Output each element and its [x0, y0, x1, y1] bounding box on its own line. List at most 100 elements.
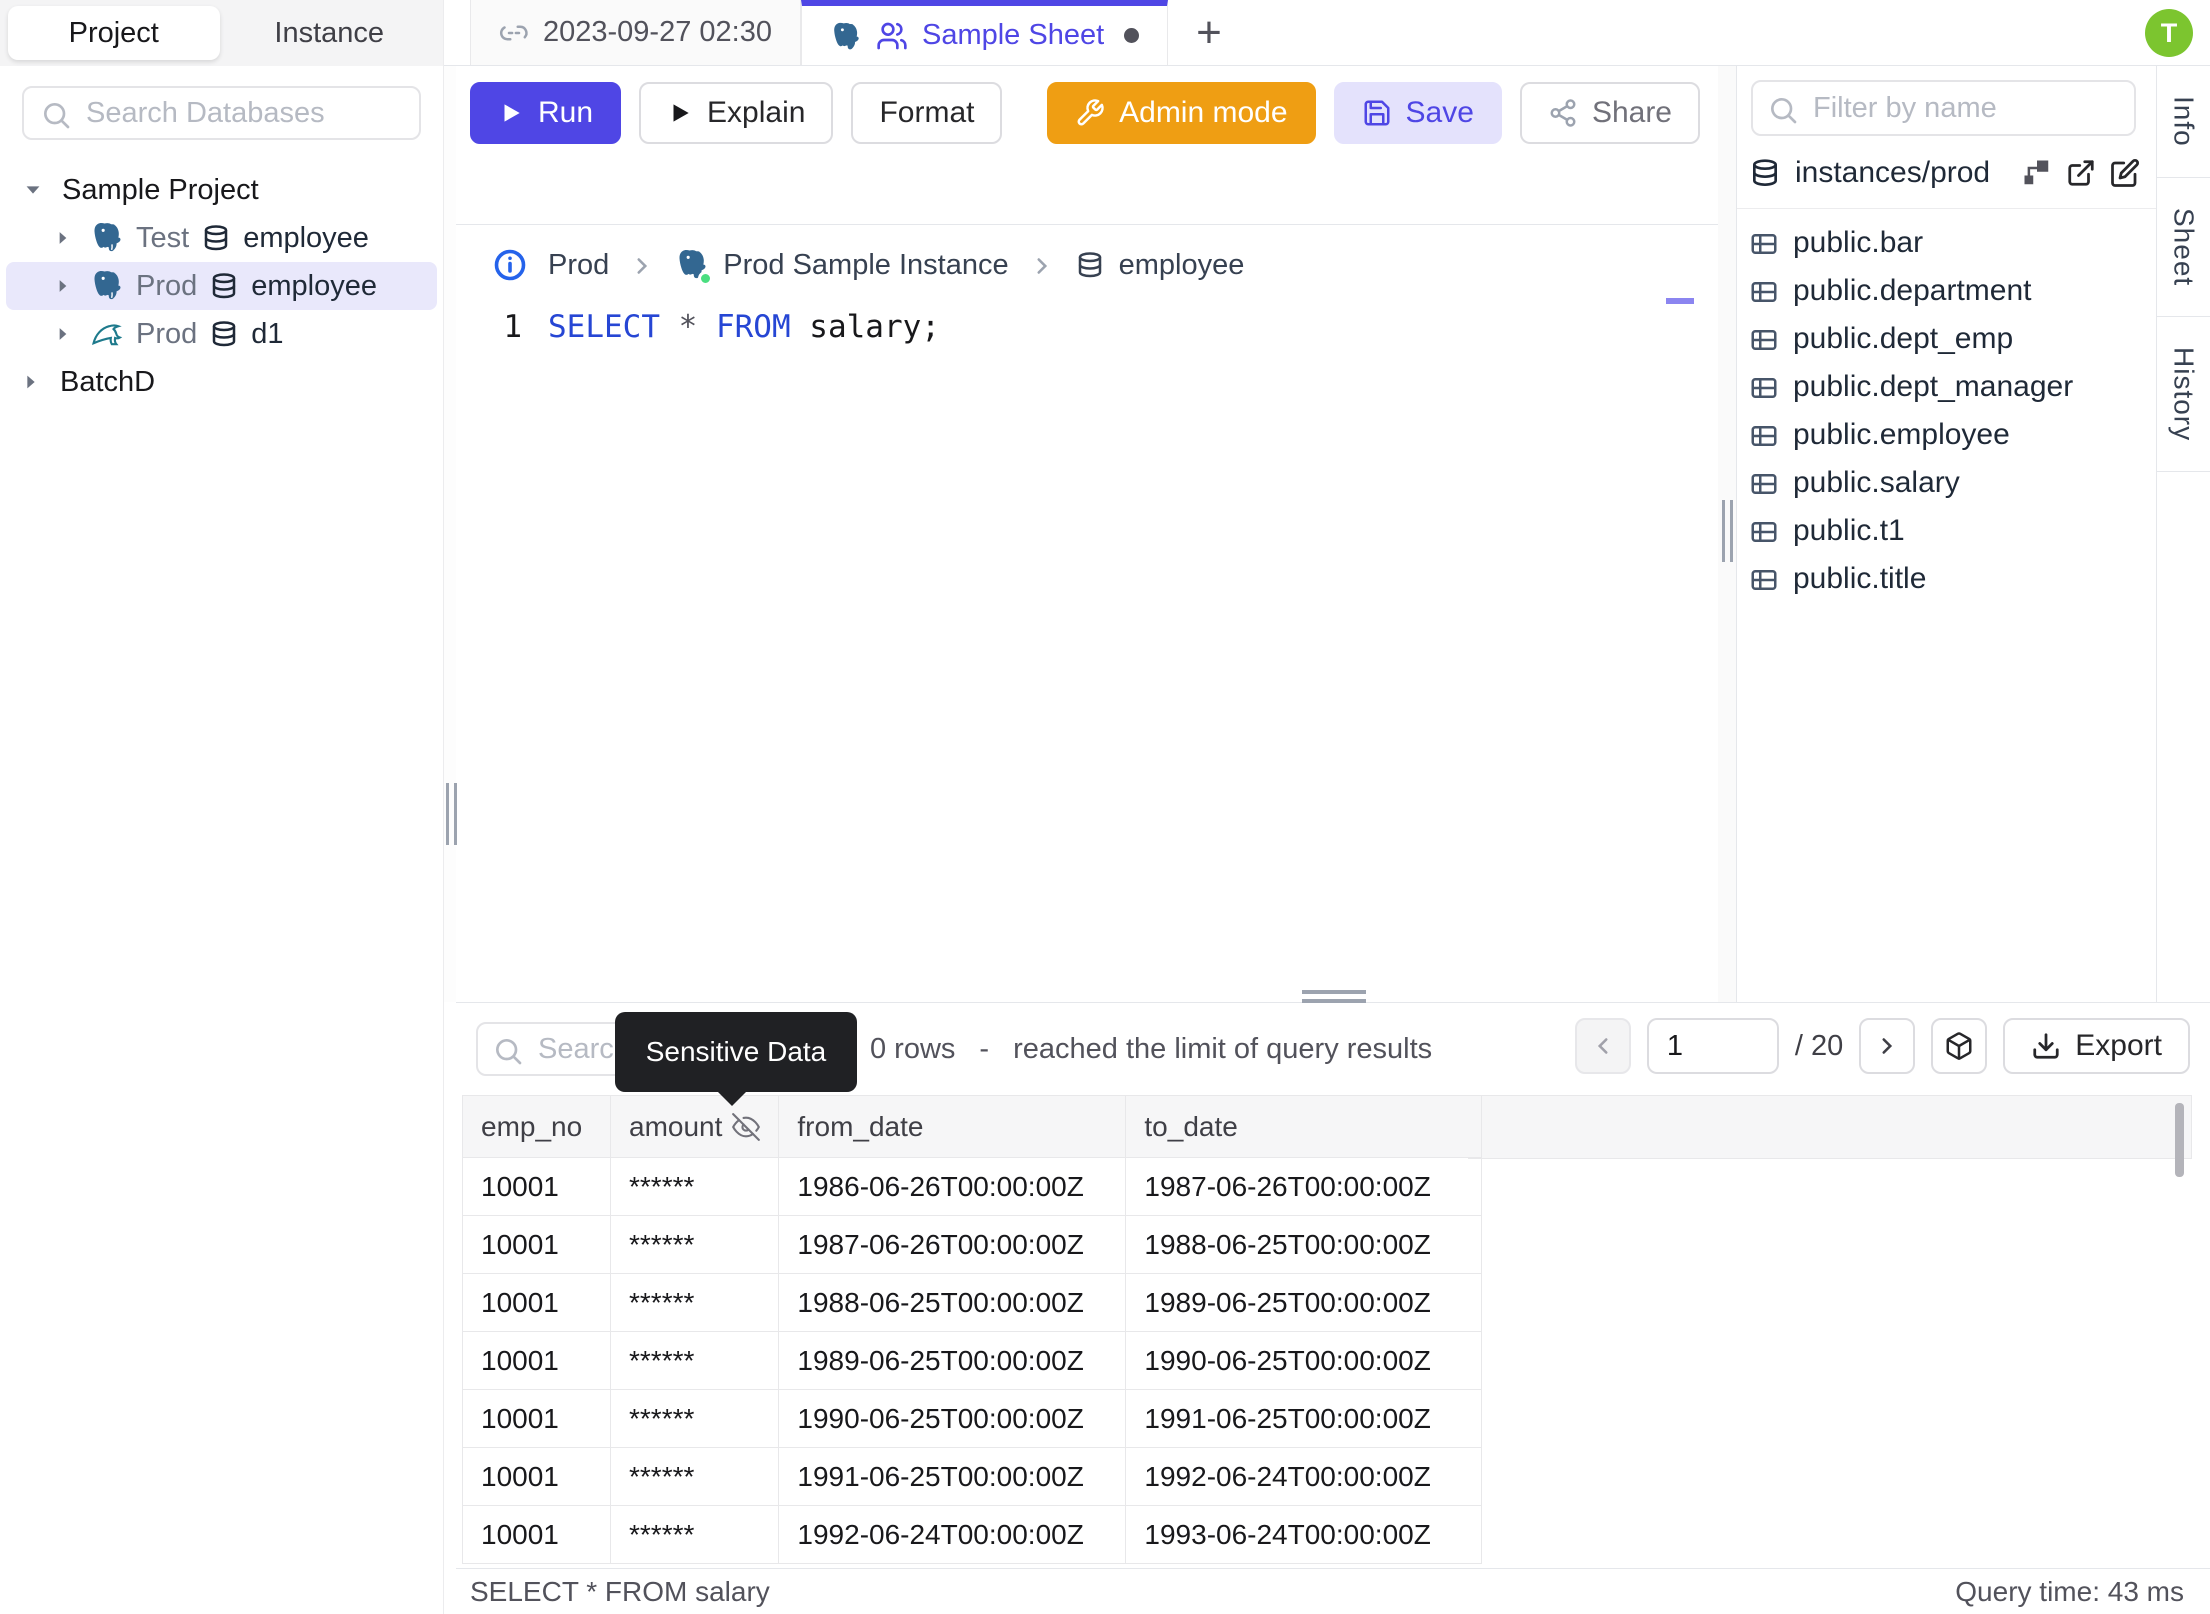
tab-instance[interactable]: Instance — [224, 6, 436, 60]
share-button[interactable]: Share — [1519, 82, 1700, 144]
tree-node-test-employee[interactable]: Test employee — [6, 214, 437, 262]
search-databases-input[interactable] — [22, 86, 421, 140]
tab-sheet[interactable]: Sheet — [2157, 178, 2210, 317]
caret-right-icon[interactable] — [16, 371, 46, 393]
table-row[interactable]: 10001 ****** 1990-06-25T00:00:00Z 1991-06-2… — [462, 1389, 1483, 1448]
column-header-masked[interactable]: amount — [609, 1095, 780, 1158]
unsaved-dot-icon — [1124, 28, 1140, 43]
instance-path-row: instances/prod — [1737, 136, 2156, 210]
save-button[interactable]: Save — [1333, 82, 1502, 144]
tree-node-prod-d1[interactable]: Prod d1 — [6, 310, 437, 358]
search-icon — [492, 1035, 524, 1067]
table-item[interactable]: public.title — [1749, 555, 2156, 603]
code-line[interactable]: 1 SELECT * FROM salary; — [456, 309, 1718, 345]
caret-right-icon[interactable] — [48, 324, 78, 344]
info-icon[interactable] — [492, 247, 528, 283]
database-icon — [201, 222, 231, 255]
environment-label: Test — [136, 221, 190, 254]
minimap-line-marker — [1666, 298, 1694, 304]
results-table: emp_no amount from_date to_date 10001 ***… — [462, 1095, 1483, 1564]
tab-history[interactable]: History — [2157, 317, 2210, 472]
add-sheet-button[interactable]: + — [1168, 0, 1250, 65]
share-icon — [1550, 99, 1576, 127]
table-row[interactable]: 10001 ****** 1988-06-25T00:00:00Z 1989-06-2… — [462, 1273, 1483, 1332]
external-link-icon[interactable] — [2066, 158, 2096, 188]
sheet-tab-sample-sheet[interactable]: Sample Sheet — [800, 0, 1169, 65]
editor-toolbar: Run Explain Format Admin mode Save Share — [456, 66, 1718, 158]
play-icon — [673, 104, 689, 122]
table-item[interactable]: public.t1 — [1749, 507, 2156, 555]
table-row[interactable]: 10001 ****** 1991-06-25T00:00:00Z 1992-06-2… — [462, 1447, 1483, 1506]
chevron-right-icon — [1029, 249, 1055, 282]
table-icon — [1749, 370, 1779, 404]
pagination: / 20 Export — [1574, 1018, 2190, 1074]
postgres-icon — [830, 20, 862, 52]
database-label: employee — [251, 269, 378, 302]
table-list: public.bar public.department public.dept… — [1737, 209, 2156, 603]
table-row[interactable]: 10001 ****** 1992-06-24T00:00:00Z 1993-06-2… — [462, 1505, 1483, 1564]
tab-project[interactable]: Project — [8, 6, 220, 60]
database-icon — [1075, 249, 1105, 282]
breadcrumb-instance[interactable]: Prod Sample Instance — [675, 248, 1009, 286]
column-header[interactable]: emp_no — [462, 1095, 611, 1158]
table-row[interactable]: 10001 ****** 1989-06-25T00:00:00Z 1990-06-2… — [462, 1331, 1483, 1390]
line-number: 1 — [503, 309, 522, 345]
table-item[interactable]: public.department — [1749, 267, 2156, 315]
mysql-icon — [90, 317, 124, 351]
project-tree: Sample Project Test employee Prod employ… — [0, 166, 443, 406]
sheet-tab-unsaved-timestamp[interactable]: 2023-09-27 02:30 — [470, 0, 801, 65]
tree-node-batchd[interactable]: BatchD — [0, 358, 443, 406]
breadcrumb-database[interactable]: employee — [1075, 249, 1244, 282]
breadcrumb-environment[interactable]: Prod — [548, 249, 609, 282]
table-item[interactable]: public.employee — [1749, 411, 2156, 459]
right-panel-resize-handle[interactable] — [1718, 66, 1736, 1002]
postgres-icon — [90, 269, 124, 303]
tree-node-sample-project[interactable]: Sample Project — [0, 166, 443, 214]
table-row[interactable]: 10001 ****** 1986-06-26T00:00:00Z 1987-06-2… — [462, 1157, 1483, 1216]
database-icon — [209, 318, 239, 351]
format-button[interactable]: Format — [851, 82, 1003, 144]
avatar[interactable]: T — [2145, 9, 2193, 57]
unlink-icon — [499, 16, 529, 49]
table-item[interactable]: public.dept_manager — [1749, 363, 2156, 411]
table-item[interactable]: public.bar — [1749, 219, 2156, 267]
next-page-button[interactable] — [1859, 1018, 1916, 1074]
table-icon — [1749, 274, 1779, 308]
table-icon — [1749, 562, 1779, 596]
table-row[interactable]: 10001 ****** 1987-06-26T00:00:00Z 1988-06-2… — [462, 1215, 1483, 1274]
explain-button[interactable]: Explain — [639, 82, 834, 144]
filter-by-name-input[interactable] — [1751, 80, 2136, 136]
environment-label: Prod — [136, 269, 198, 302]
caret-right-icon[interactable] — [48, 276, 78, 296]
export-button[interactable]: Export — [2003, 1018, 2190, 1074]
tab-info[interactable]: Info — [2157, 66, 2210, 178]
admin-mode-button[interactable]: Admin mode — [1047, 82, 1316, 144]
table-header-row: emp_no amount from_date to_date — [462, 1095, 1483, 1158]
edit-icon[interactable] — [2110, 158, 2140, 188]
page-number-input[interactable] — [1646, 1018, 1779, 1074]
table-header-extension — [1468, 1095, 2192, 1159]
caret-right-icon[interactable] — [48, 228, 78, 248]
tree-node-prod-employee[interactable]: Prod employee — [6, 262, 437, 310]
hierarchy-icon[interactable] — [2022, 158, 2052, 188]
schema-panel: instances/prod public.bar public.departm… — [1736, 66, 2156, 1002]
sql-keyword: FROM — [715, 309, 791, 345]
caret-down-icon[interactable] — [18, 179, 48, 201]
prev-page-button[interactable] — [1574, 1018, 1631, 1074]
table-item[interactable]: public.dept_emp — [1749, 315, 2156, 363]
dash: - — [979, 1032, 990, 1065]
results-resize-handle[interactable] — [1302, 990, 1366, 1003]
box-icon-button[interactable] — [1931, 1018, 1988, 1074]
run-button[interactable]: Run — [470, 82, 622, 144]
column-header[interactable]: to_date — [1125, 1095, 1483, 1158]
chevron-right-icon — [1882, 1038, 1893, 1054]
table-item[interactable]: public.salary — [1749, 459, 2156, 507]
results-panel: 0 rows - reached the limit of query resu… — [456, 990, 2210, 1614]
column-header[interactable]: from_date — [778, 1095, 1127, 1158]
database-label: employee — [243, 221, 369, 254]
schema-filter — [1751, 80, 2136, 136]
sidebar-resize-handle[interactable] — [444, 66, 457, 1002]
right-tab-strip: Info Sheet History — [2156, 66, 2210, 1002]
sql-editor[interactable]: Prod Prod Sample Instance employee 1 SEL… — [456, 224, 1718, 1002]
results-scrollbar[interactable] — [2175, 1103, 2184, 1177]
